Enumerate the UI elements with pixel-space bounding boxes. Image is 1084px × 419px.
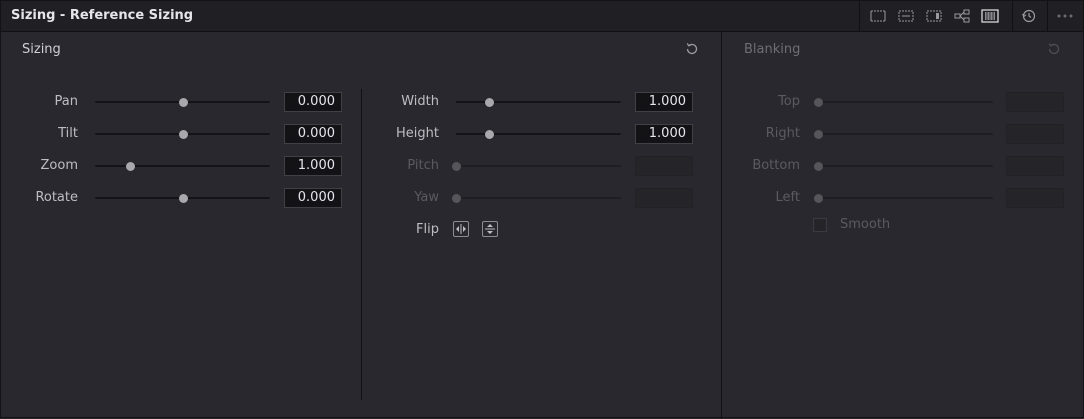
bottom-slider-knob [814, 162, 823, 171]
sizing-column-divider [361, 89, 362, 400]
pan-slider-knob[interactable] [178, 98, 188, 107]
right-slider [814, 130, 993, 139]
reference-sizing-icon[interactable] [981, 7, 999, 25]
sizing-reset-icon[interactable] [684, 41, 700, 57]
left-slider [814, 194, 993, 203]
pan-slider[interactable] [95, 98, 270, 107]
rotate-field[interactable]: 0.000 [284, 188, 342, 208]
input-sizing-icon[interactable] [897, 7, 915, 25]
right-slider-knob [814, 130, 823, 139]
bottom-field [1006, 156, 1064, 176]
height-slider[interactable] [456, 130, 621, 139]
height-field[interactable]: 1.000 [635, 124, 693, 144]
width-slider[interactable] [456, 98, 621, 107]
top-field [1006, 92, 1064, 112]
right-label: Right [765, 126, 800, 141]
more-options-icon[interactable] [1056, 7, 1074, 25]
zoom-field[interactable]: 1.000 [284, 156, 342, 176]
flip-label: Flip [416, 222, 439, 237]
bottom-slider [814, 162, 993, 171]
panel-title: Sizing - Reference Sizing [11, 8, 194, 23]
pitch-field [635, 156, 693, 176]
pan-label: Pan [54, 94, 78, 109]
smooth-checkbox [813, 218, 827, 232]
reset-history-icon[interactable] [1020, 7, 1038, 25]
flip-horizontal-icon[interactable] [453, 221, 469, 237]
yaw-field [635, 188, 693, 208]
sizing-section-title: Sizing [22, 42, 61, 57]
yaw-slider [452, 194, 621, 203]
tilt-label: Tilt [58, 126, 78, 141]
flip-vertical-icon[interactable] [482, 221, 498, 237]
bottom-label: Bottom [752, 158, 800, 173]
sizing-mode-toolbar [859, 1, 1084, 31]
top-slider-knob [814, 98, 823, 107]
left-label: Left [775, 190, 800, 205]
left-field [1006, 188, 1064, 208]
zoom-slider-knob[interactable] [126, 162, 135, 171]
height-slider-knob[interactable] [485, 130, 494, 139]
pitch-slider [452, 162, 621, 171]
zoom-slider[interactable] [95, 162, 270, 171]
yaw-slider-knob [452, 194, 461, 203]
blanking-reset-icon [1048, 43, 1060, 55]
rotate-label: Rotate [35, 190, 78, 205]
tilt-slider[interactable] [95, 130, 270, 139]
node-sizing-icon[interactable] [953, 7, 971, 25]
panel-header: Sizing - Reference Sizing [1, 1, 1083, 32]
height-label: Height [396, 126, 439, 141]
tilt-field[interactable]: 0.000 [284, 124, 342, 144]
blanking-section-title: Blanking [744, 42, 801, 57]
section-divider [721, 31, 722, 419]
yaw-label: Yaw [414, 190, 439, 205]
pan-field[interactable]: 0.000 [284, 92, 342, 112]
width-field[interactable]: 1.000 [635, 92, 693, 112]
left-slider-knob [814, 194, 823, 203]
top-slider [814, 98, 993, 107]
output-sizing-icon[interactable] [869, 7, 887, 25]
tilt-slider-knob[interactable] [178, 130, 188, 139]
sizing-panel: Sizing - Reference Sizing Sizing Pan 0.0… [0, 0, 1084, 419]
rotate-slider-knob[interactable] [178, 194, 188, 203]
top-label: Top [778, 94, 800, 109]
pitch-label: Pitch [407, 158, 439, 173]
smooth-label: Smooth [840, 217, 891, 232]
edit-sizing-icon[interactable] [925, 7, 943, 25]
zoom-label: Zoom [40, 158, 78, 173]
pitch-slider-knob [452, 162, 461, 171]
right-field [1006, 124, 1064, 144]
width-slider-knob[interactable] [485, 98, 494, 107]
width-label: Width [401, 94, 439, 109]
rotate-slider[interactable] [95, 194, 270, 203]
